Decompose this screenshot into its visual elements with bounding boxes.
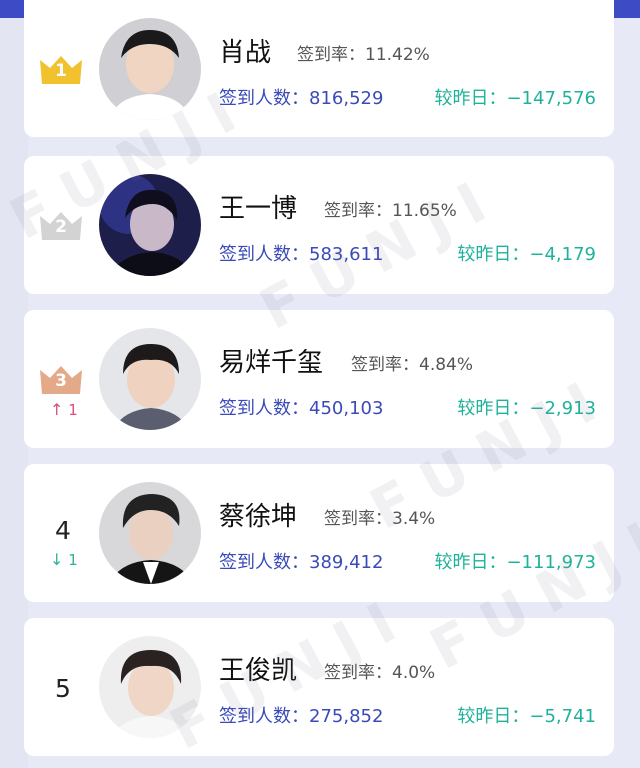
delta-vs-yesterday: 较昨日：−4,179 (457, 240, 596, 266)
delta-label: 较昨日： (457, 398, 530, 419)
delta-value: −111,973 (506, 552, 596, 573)
checkin-label: 签到人数： (219, 706, 309, 727)
checkin-count: 签到人数：275,852 (219, 702, 383, 728)
rank-badge: 3 ↑ 1 (34, 310, 94, 448)
delta-vs-yesterday: 较昨日：−111,973 (434, 548, 596, 574)
checkin-value: 583,611 (309, 244, 384, 265)
avatar[interactable] (99, 636, 201, 738)
idol-name: 易烊千玺 (219, 348, 324, 378)
rate-value: 4.84% (419, 355, 474, 375)
rank-change-down: ↓ 1 (50, 550, 100, 569)
delta-value: −147,576 (506, 88, 596, 109)
rank-number: 3 (55, 371, 67, 391)
ranking-card-5[interactable]: 5 王俊凯 签到率：4.0% 签到人数：275,852 较昨日：−5,741 (24, 618, 614, 756)
rank-number: 2 (55, 217, 67, 237)
arrow-down-icon: ↓ (50, 550, 64, 569)
delta-label: 较昨日： (457, 244, 530, 265)
checkin-value: 275,852 (309, 706, 384, 727)
rate-label: 签到率： (324, 509, 392, 529)
delta-value: −4,179 (529, 244, 596, 265)
checkin-rate: 签到率：11.65% (324, 196, 457, 221)
rate-label: 签到率： (324, 201, 392, 221)
rank-number: 4 (55, 516, 71, 545)
checkin-count: 签到人数：450,103 (219, 394, 383, 420)
checkin-label: 签到人数： (219, 244, 309, 265)
checkin-value: 450,103 (309, 398, 384, 419)
rank-change-value: 1 (68, 551, 78, 569)
checkin-rate: 签到率：4.0% (324, 658, 435, 683)
checkin-count: 签到人数：816,529 (219, 84, 383, 110)
delta-label: 较昨日： (457, 706, 530, 727)
ranking-card-1[interactable]: 1 肖战 签到率：11.42% 签到人数：816,529 较昨日：−147,57… (24, 0, 614, 137)
idol-name: 蔡徐坤 (219, 502, 298, 532)
arrow-up-icon: ↑ (50, 400, 64, 419)
idol-name: 王俊凯 (219, 656, 298, 686)
rate-value: 4.0% (392, 663, 436, 683)
rank-change-up: ↑ 1 (50, 400, 100, 419)
checkin-count: 签到人数：583,611 (219, 240, 383, 266)
checkin-value: 816,529 (309, 88, 384, 109)
ranking-card-3[interactable]: 3 ↑ 1 易烊千玺 签到率：4.84% 签到人数：450,103 较昨日：−2… (24, 310, 614, 448)
avatar[interactable] (99, 328, 201, 430)
idol-name: 肖战 (219, 38, 272, 68)
delta-label: 较昨日： (434, 552, 507, 573)
checkin-label: 签到人数： (219, 88, 309, 109)
rate-label: 签到率： (297, 45, 365, 65)
rate-value: 11.42% (365, 45, 430, 65)
checkin-count: 签到人数：389,412 (219, 548, 383, 574)
rank-number: 5 (55, 674, 71, 703)
ranking-card-2[interactable]: 2 王一博 签到率：11.65% 签到人数：583,611 较昨日：−4,179 (24, 156, 614, 294)
rank-badge: 4 ↓ 1 (34, 464, 94, 602)
ranking-card-4[interactable]: 4 ↓ 1 蔡徐坤 签到率：3.4% 签到人数：389,412 较昨日：−111… (24, 464, 614, 602)
rank-change-value: 1 (68, 401, 78, 419)
delta-vs-yesterday: 较昨日：−5,741 (457, 702, 596, 728)
avatar[interactable] (99, 482, 201, 584)
checkin-rate: 签到率：4.84% (351, 350, 473, 375)
checkin-label: 签到人数： (219, 552, 309, 573)
rank-badge: 1 (34, 0, 94, 138)
checkin-value: 389,412 (309, 552, 384, 573)
rank-badge: 5 (34, 618, 94, 756)
rate-label: 签到率： (351, 355, 419, 375)
checkin-label: 签到人数： (219, 398, 309, 419)
avatar[interactable] (99, 18, 201, 120)
delta-value: −5,741 (529, 706, 596, 727)
rate-value: 11.65% (392, 201, 457, 221)
rank-number: 1 (55, 61, 67, 81)
delta-label: 较昨日： (434, 88, 507, 109)
delta-vs-yesterday: 较昨日：−147,576 (434, 84, 596, 110)
checkin-rate: 签到率：11.42% (297, 40, 430, 65)
checkin-rate: 签到率：3.4% (324, 504, 435, 529)
rank-badge: 2 (34, 156, 94, 294)
avatar[interactable] (99, 174, 201, 276)
delta-value: −2,913 (529, 398, 596, 419)
idol-name: 王一博 (219, 194, 298, 224)
rate-value: 3.4% (392, 509, 436, 529)
delta-vs-yesterday: 较昨日：−2,913 (457, 394, 596, 420)
rate-label: 签到率： (324, 663, 392, 683)
